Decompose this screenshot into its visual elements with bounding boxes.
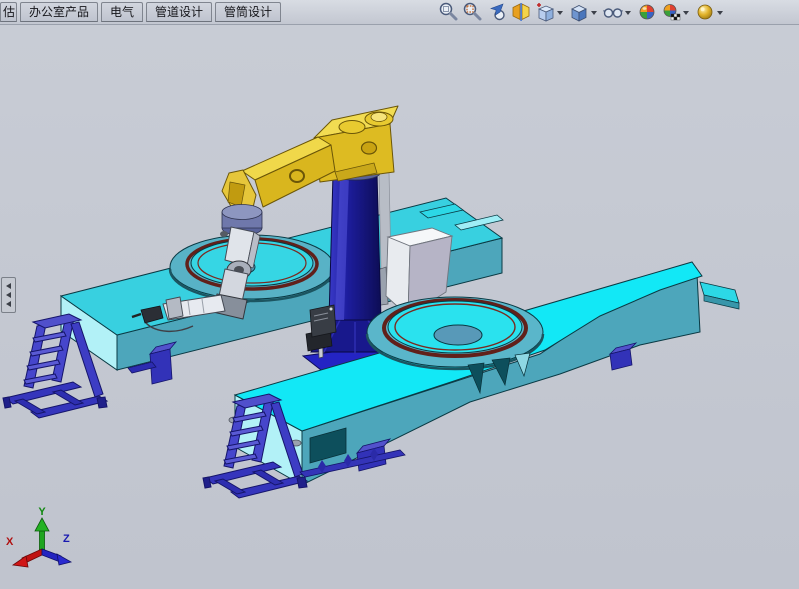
view-orientation-button[interactable]	[533, 1, 556, 23]
section-cut-icon	[510, 1, 532, 23]
y-axis-label: Y	[38, 506, 46, 518]
commandmanager-tabs: 估 办公室产品 电气 管道设计 管筒设计	[0, 2, 281, 23]
x-axis-label: X	[6, 536, 14, 548]
feature-panel-expander[interactable]	[1, 277, 16, 313]
gold-sphere-icon	[694, 1, 716, 23]
apply-scene-button[interactable]	[659, 1, 682, 23]
previous-view-button[interactable]	[485, 1, 508, 23]
section-view-button[interactable]	[509, 1, 532, 23]
magnifier-area-icon	[462, 1, 484, 23]
collapse-arrows-icon	[6, 292, 11, 298]
torch-clamp	[166, 297, 183, 319]
edit-appearance-button[interactable]	[635, 1, 658, 23]
collapse-arrows-icon	[6, 301, 11, 307]
heads-up-view-toolbar	[437, 0, 726, 24]
scene-ball-checker-icon	[660, 1, 682, 23]
viewport-3d[interactable]: Y X Z	[0, 24, 799, 589]
tab-tubing-design[interactable]: 管筒设计	[215, 2, 281, 22]
magnifier-icon	[438, 1, 460, 23]
view-settings-flyout-caret[interactable]	[717, 11, 723, 15]
top-toolbar: 估 办公室产品 电气 管道设计 管筒设计	[0, 0, 799, 25]
robot-head-hole	[362, 142, 377, 154]
hide-show-items-button[interactable]	[601, 1, 624, 23]
tab-piping-design[interactable]: 管道设计	[146, 2, 212, 22]
zoom-to-fit-button[interactable]	[437, 1, 460, 23]
apply-scene-flyout-caret[interactable]	[683, 11, 689, 15]
view-settings-button[interactable]	[693, 1, 716, 23]
cube-plus-icon	[534, 1, 556, 23]
back-arrow-view-icon	[486, 1, 508, 23]
z-axis-label: Z	[63, 533, 70, 545]
collapse-arrows-icon	[6, 283, 11, 289]
shaded-cube-icon	[568, 1, 590, 23]
robot-motor-boss	[339, 121, 365, 134]
color-ball-icon	[636, 1, 658, 23]
view-orientation-flyout-caret[interactable]	[557, 11, 563, 15]
display-style-button[interactable]	[567, 1, 590, 23]
tab-office-products[interactable]: 办公室产品	[20, 2, 98, 22]
tab-electrical[interactable]: 电气	[101, 2, 143, 22]
tab-evaluate-partial[interactable]: 估	[0, 2, 17, 22]
display-style-flyout-caret[interactable]	[591, 11, 597, 15]
eyeglasses-icon	[602, 1, 624, 23]
zoom-to-area-button[interactable]	[461, 1, 484, 23]
hide-show-items-flyout-caret[interactable]	[625, 11, 631, 15]
